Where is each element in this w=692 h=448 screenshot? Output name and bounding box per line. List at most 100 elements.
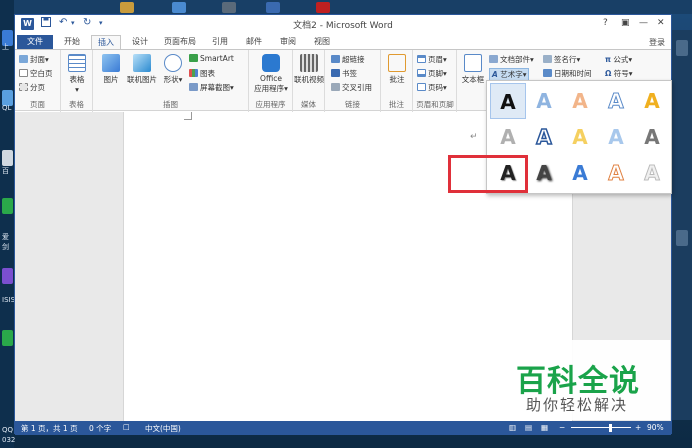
bookmark-button[interactable]: 书签 [331, 68, 357, 79]
help-button[interactable]: ? [603, 18, 608, 28]
symbol-button[interactable]: Ω 符号▾ [605, 68, 633, 79]
tab-mailings[interactable]: 邮件 [239, 35, 269, 49]
wordart-style-1[interactable]: A [490, 83, 526, 119]
footer-label: 页脚 [428, 69, 443, 78]
zoom-slider[interactable] [571, 427, 631, 428]
watermark-subtitle: 助你轻松解决 [526, 396, 629, 414]
tab-home[interactable]: 开始 [57, 35, 87, 49]
group-links: 超链接 书签 交叉引用 链接 [325, 50, 381, 112]
quick-parts-button[interactable]: 文档部件▾ [489, 54, 534, 65]
online-pictures-label: 联机图片 [127, 75, 157, 84]
picture-icon [102, 54, 120, 72]
ribbon-display-button[interactable]: ▣ [621, 18, 630, 28]
tab-design[interactable]: 设计 [125, 35, 155, 49]
desktop-app-icon[interactable] [222, 2, 236, 13]
page-break-label: 分页 [30, 83, 45, 92]
shapes-label: 形状 [163, 75, 179, 84]
blank-page-button[interactable]: 空白页 [19, 68, 53, 79]
desktop-folder-icon[interactable] [120, 2, 134, 13]
table-icon [68, 54, 86, 72]
desktop-app-icon[interactable] [676, 40, 688, 56]
text-box-button[interactable]: 文本框 [461, 54, 485, 85]
footer-button[interactable]: 页脚▾ [417, 68, 447, 79]
screenshot-button[interactable]: 屏幕截图▾ [189, 82, 234, 93]
wordart-style-15[interactable]: A [634, 155, 670, 191]
new-comment-button[interactable]: 批注 [383, 54, 411, 85]
date-time-label: 日期和时间 [554, 69, 592, 78]
comment-label: 批注 [389, 75, 405, 84]
cross-reference-button[interactable]: 交叉引用 [331, 82, 372, 93]
zoom-level[interactable]: 90% [647, 423, 664, 432]
group-pages: 封面▾ 空白页 分页 页面 [15, 50, 61, 112]
group-links-label: 链接 [345, 100, 360, 109]
smartart-button[interactable]: SmartArt [189, 54, 234, 63]
pictures-button[interactable]: 图片 [99, 54, 123, 85]
wordart-style-5[interactable]: A [634, 83, 670, 119]
tab-insert[interactable]: 插入 [91, 35, 121, 49]
wordart-style-7[interactable]: A [526, 119, 562, 155]
cover-page-button[interactable]: 封面▾ [19, 54, 49, 65]
group-media: 联机视频 媒体 [293, 50, 325, 112]
office-apps-button[interactable]: Office 应用程序▾ [251, 54, 291, 94]
header-button[interactable]: 页眉▾ [417, 54, 447, 65]
minimize-button[interactable]: — [639, 18, 648, 28]
window-title: 文档2 - Microsoft Word [293, 21, 393, 31]
web-layout-icon[interactable]: ▦ [541, 423, 548, 432]
group-tables: 表格 ▾ 表格 [61, 50, 93, 112]
shapes-button[interactable]: 形状▾ [161, 54, 185, 85]
sign-in-link[interactable]: 登录 [649, 37, 665, 48]
ribbon-tabs: 文件 开始 插入 设计 页面布局 引用 邮件 审阅 视图 登录 [15, 33, 671, 49]
chart-label: 图表 [200, 69, 215, 78]
signature-line-button[interactable]: 签名行▾ [543, 54, 580, 65]
tab-file[interactable]: 文件 [17, 35, 53, 49]
wordart-style-10[interactable]: A [634, 119, 670, 155]
proofing-icon[interactable]: ☐ [123, 423, 130, 432]
hyperlink-button[interactable]: 超链接 [331, 54, 365, 65]
hyperlink-label: 超链接 [342, 55, 365, 64]
wordart-style-14[interactable]: A [598, 155, 634, 191]
tab-review[interactable]: 审阅 [273, 35, 303, 49]
wordart-style-3[interactable]: A [562, 83, 598, 119]
hyperlink-icon [331, 55, 340, 63]
wordart-style-9[interactable]: A [598, 119, 634, 155]
chart-button[interactable]: 图表 [189, 68, 215, 79]
online-pictures-button[interactable]: 联机图片 [125, 54, 159, 85]
tab-references[interactable]: 引用 [205, 35, 235, 49]
desktop-app-icon[interactable] [2, 198, 13, 214]
zoom-out-button[interactable]: − [559, 423, 565, 432]
equation-button[interactable]: π 公式▾ [605, 54, 632, 65]
close-button[interactable]: ✕ [657, 18, 665, 28]
desktop-app-icon[interactable] [676, 230, 688, 246]
desktop-app-icon[interactable] [2, 150, 13, 166]
zoom-slider-thumb[interactable] [609, 424, 612, 432]
print-layout-icon[interactable]: ▤ [525, 423, 532, 432]
tab-page-layout[interactable]: 页面布局 [159, 35, 201, 49]
wordart-style-12[interactable]: A [526, 155, 562, 191]
table-button[interactable]: 表格 ▾ [65, 54, 89, 94]
desktop-app-icon[interactable] [2, 330, 13, 346]
zoom-in-button[interactable]: + [635, 423, 641, 432]
language-indicator[interactable]: 中文(中国) [145, 423, 181, 434]
tab-view[interactable]: 视图 [307, 35, 337, 49]
wordart-icon: A [492, 70, 498, 79]
desktop-app-icon[interactable] [172, 2, 186, 13]
office-apps-label-2: 应用程序 [254, 84, 285, 93]
online-video-button[interactable]: 联机视频 [293, 54, 325, 85]
wordart-style-6[interactable]: A [490, 119, 526, 155]
word-count[interactable]: 0 个字 [89, 423, 111, 434]
desktop-app-icon[interactable] [316, 2, 330, 13]
group-pages-label: 页面 [30, 100, 45, 109]
wordart-style-4[interactable]: A [598, 83, 634, 119]
wordart-style-2[interactable]: A [526, 83, 562, 119]
header-label: 页眉 [428, 55, 443, 64]
page-break-button[interactable]: 分页 [19, 82, 45, 93]
desktop-app-icon[interactable] [2, 268, 13, 284]
blank-page-icon [19, 69, 28, 77]
date-time-button[interactable]: 日期和时间 [543, 68, 592, 79]
desktop-app-icon[interactable] [266, 2, 280, 13]
wordart-style-13[interactable]: A [562, 155, 598, 191]
page-count[interactable]: 第 1 页，共 1 页 [21, 423, 78, 434]
wordart-style-8[interactable]: A [562, 119, 598, 155]
page-number-button[interactable]: 页码▾ [417, 82, 447, 93]
read-mode-icon[interactable]: ▥ [509, 423, 516, 432]
